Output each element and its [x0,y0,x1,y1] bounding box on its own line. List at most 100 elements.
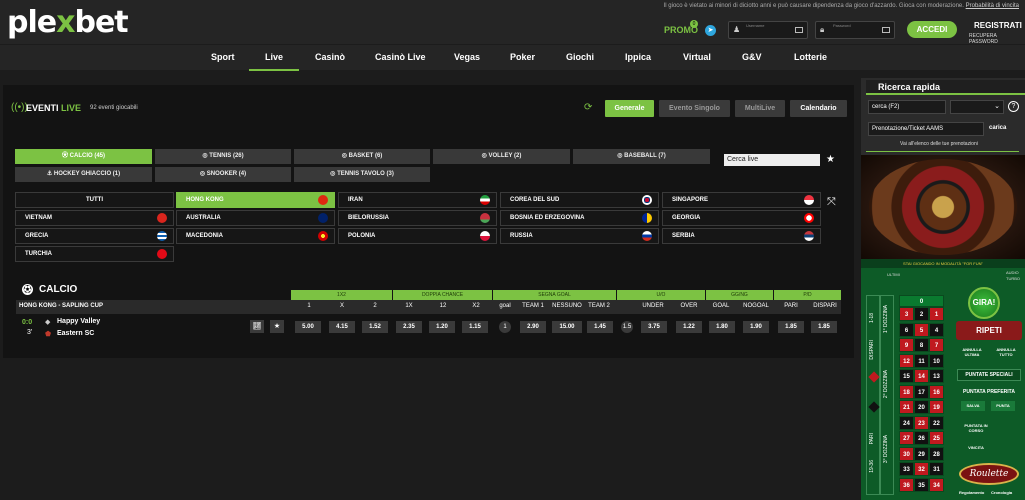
logo[interactable]: plexbet [7,5,129,40]
bet-button[interactable]: PUNTA [991,401,1015,411]
number-cell[interactable]: 32 [914,462,929,476]
sport-tennis[interactable]: ◎ TENNIS (26) [155,149,291,164]
bookings-link[interactable]: Vai all'elenco delle tue prenotazioni [900,141,978,147]
number-cell[interactable]: 18 [899,384,914,399]
rules-link[interactable]: Regolamento [959,490,984,495]
keyboard-icon[interactable] [882,27,890,33]
nav-giochi[interactable]: Giochi [566,52,594,62]
country-macedonia[interactable]: MACEDONIA [176,228,335,244]
country-grecia[interactable]: GRECIA [15,228,174,244]
number-cell[interactable]: 26 [914,431,929,445]
odd-x[interactable]: 4.15 [329,321,355,333]
special-bets-button[interactable]: PUNTATE SPECIALI [957,369,1021,381]
odd-goal[interactable]: 1.80 [709,321,735,333]
nav-live[interactable]: Live [248,52,300,71]
number-cell[interactable]: 5 [914,322,929,337]
odd-2[interactable]: 1.52 [362,321,388,333]
sport-baseball[interactable]: ◎ BASEBALL (7) [573,149,710,164]
odd-over[interactable]: 1.22 [676,321,702,333]
search-live-input[interactable]: Cerca live [724,154,820,166]
favorite-star-icon[interactable]: ★ [270,320,284,333]
number-cell[interactable]: 19 [929,400,944,414]
history-link[interactable]: Cronologia [991,490,1012,495]
odd-pari[interactable]: 1.85 [778,321,804,333]
country-tutti[interactable]: TUTTI [15,192,174,208]
number-cell[interactable]: 28 [929,446,944,461]
number-cell[interactable]: 34 [929,477,944,492]
odd-1x[interactable]: 2.35 [396,321,422,333]
number-cell[interactable]: 22 [929,415,944,430]
country-polonia[interactable]: POLONIA [338,228,497,244]
country-russia[interactable]: RUSSIA [500,228,659,244]
nav-poker[interactable]: Poker [510,52,535,62]
tab-generale[interactable]: Generale [605,100,654,117]
number-cell[interactable]: 0 [899,295,944,307]
nav-casino-live[interactable]: Casinò Live [375,52,426,62]
nav-gv[interactable]: G&V [742,52,762,62]
nav-vegas[interactable]: Vegas [454,52,480,62]
tab-calendario[interactable]: Calendario [790,100,847,117]
country-singapore[interactable]: SINGAPORE [662,192,821,208]
odd-nogoal[interactable]: 1.90 [743,321,769,333]
stats-icon[interactable]: 📈︎ [250,320,264,333]
odd-team1[interactable]: 2.90 [520,321,546,333]
country-turchia[interactable]: TURCHIA [15,246,174,262]
nav-lotterie[interactable]: Lotterie [794,52,827,62]
odd-1[interactable]: 5.00 [295,321,321,333]
country-georgia[interactable]: GEORGIA [662,210,821,226]
number-cell[interactable]: 7 [929,338,944,352]
number-cell[interactable]: 31 [929,462,944,476]
number-cell[interactable]: 13 [929,369,944,383]
turbo-toggle[interactable]: TURBO [1006,276,1020,281]
undo-last-button[interactable]: ANNULLA ULTIMA [957,347,987,357]
odd-nessuno[interactable]: 15.00 [552,321,582,333]
quick-search-select[interactable]: ⌄ [950,100,1004,114]
star-icon[interactable]: ★ [826,154,835,165]
username-field[interactable]: ♟ Username [728,21,808,39]
country-iran[interactable]: IRAN [338,192,497,208]
number-cell[interactable]: 30 [899,446,914,461]
register-link[interactable]: REGISTRATI [974,21,1022,30]
number-cell[interactable]: 14 [914,369,929,383]
odd-team2[interactable]: 1.45 [587,321,613,333]
save-button[interactable]: SALVA [961,401,985,411]
login-button[interactable]: ACCEDI [907,21,957,38]
number-cell[interactable]: 35 [914,477,929,492]
sport-calcio[interactable]: ⚽︎ CALCIO (45) [15,149,152,164]
team-away[interactable]: Eastern SC [57,330,94,337]
country-australia[interactable]: AUSTRALIA [176,210,335,226]
country-corea-del-sud[interactable]: COREA DEL SUD [500,192,659,208]
country-vietnam[interactable]: VIETNAM [15,210,174,226]
number-cell[interactable]: 24 [899,415,914,430]
password-field[interactable]: 🔒︎ Password [815,21,895,39]
undo-all-button[interactable]: ANNULLA TUTTO [991,347,1021,357]
number-cell[interactable]: 2 [914,307,929,321]
number-cell[interactable]: 33 [899,462,914,476]
nav-ippica[interactable]: Ippica [625,52,651,62]
roulette-game[interactable]: STAI GIOCANDO IN MODALITÀ "FOR FUN" ULTI… [861,155,1025,500]
number-cell[interactable]: 27 [899,431,914,445]
odds-link[interactable]: Probabilità di vincita [966,3,1019,9]
number-cell[interactable]: 9 [899,338,914,352]
collapse-icon[interactable]: ⤧ [827,196,836,209]
number-cell[interactable]: 4 [929,322,944,337]
quick-search-input[interactable]: cerca (F2) [868,100,946,114]
odd-x2[interactable]: 1.15 [462,321,488,333]
number-cell[interactable]: 3 [899,307,914,321]
number-cell[interactable]: 17 [914,384,929,399]
spin-button[interactable]: GIRA! [968,287,1000,319]
nav-sport[interactable]: Sport [211,52,235,62]
number-cell[interactable]: 21 [899,400,914,414]
refresh-icon[interactable]: ⟳ [584,102,592,113]
country-serbia[interactable]: SERBIA [662,228,821,244]
sport-hockey[interactable]: ⚓︎ HOCKEY GHIACCIO (1) [15,167,152,182]
number-cell[interactable]: 1 [929,307,944,321]
load-ticket-button[interactable]: carica [989,125,1006,131]
number-cell[interactable]: 12 [899,353,914,368]
country-bosnia[interactable]: BOSNIA ED ERZEGOVINA [500,210,659,226]
nav-casino[interactable]: Casinò [315,52,345,62]
odd-under[interactable]: 3.75 [641,321,667,333]
audio-toggle[interactable]: AUDIO [1006,270,1019,275]
sport-basket[interactable]: ◎ BASKET (6) [294,149,430,164]
number-cell[interactable]: 36 [899,477,914,492]
